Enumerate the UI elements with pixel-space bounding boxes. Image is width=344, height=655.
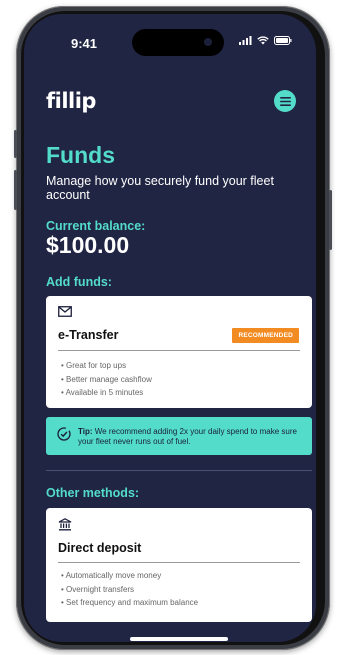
check-circle-icon	[57, 427, 71, 441]
page-title: Funds	[46, 142, 115, 168]
tip-banner: Tip: We recommend adding 2x your daily s…	[46, 417, 312, 455]
list-item: Great for top ups	[61, 359, 152, 373]
hamburger-icon	[279, 96, 291, 106]
list-item: Automatically move money	[61, 569, 198, 583]
phone-side-button	[14, 130, 17, 158]
list-item: Overnight transfers	[61, 583, 198, 597]
other-methods-label: Other methods:	[46, 486, 140, 500]
direct-deposit-card[interactable]: Direct deposit Automatically move money …	[46, 508, 312, 622]
list-item: Better manage cashflow	[61, 373, 152, 387]
etransfer-title: e-Transfer	[58, 328, 119, 342]
app-screen: 9:41 fillip Funds Manage how you securel…	[24, 14, 316, 642]
home-indicator[interactable]	[130, 637, 228, 641]
phone-side-button	[14, 170, 17, 210]
camera-icon	[204, 38, 212, 46]
signal-icon	[239, 36, 252, 45]
status-icons	[239, 36, 292, 45]
tip-message: We recommend adding 2x your daily spend …	[78, 427, 297, 446]
menu-button[interactable]	[274, 90, 296, 112]
dynamic-island	[132, 29, 224, 56]
fillip-logo: fillip	[46, 89, 96, 113]
etransfer-benefits: Great for top ups Better manage cashflow…	[61, 359, 152, 400]
status-time: 9:41	[71, 36, 98, 51]
tip-label: Tip:	[78, 427, 93, 436]
list-item: Set frequency and maximum balance	[61, 596, 198, 610]
page-subtitle: Manage how you securely fund your fleet …	[46, 174, 274, 202]
etransfer-card[interactable]: e-Transfer RECOMMENDED Great for top ups…	[46, 296, 312, 408]
status-bar: 9:41	[24, 14, 316, 64]
recommended-badge: RECOMMENDED	[232, 328, 299, 343]
card-divider	[58, 350, 300, 351]
battery-icon	[274, 36, 292, 45]
section-divider	[46, 470, 312, 471]
direct-deposit-title: Direct deposit	[58, 541, 142, 555]
list-item: Available in 5 minutes	[61, 386, 152, 400]
wifi-icon	[257, 36, 269, 45]
phone-side-button	[329, 190, 332, 250]
bank-icon	[58, 518, 72, 531]
card-divider	[58, 562, 300, 563]
tip-text: Tip: We recommend adding 2x your daily s…	[78, 427, 303, 447]
direct-deposit-benefits: Automatically move money Overnight trans…	[61, 569, 199, 610]
envelope-icon	[58, 306, 72, 317]
balance-label: Current balance:	[46, 219, 146, 233]
balance-amount: $100.00	[46, 232, 130, 258]
add-funds-label: Add funds:	[46, 275, 112, 289]
